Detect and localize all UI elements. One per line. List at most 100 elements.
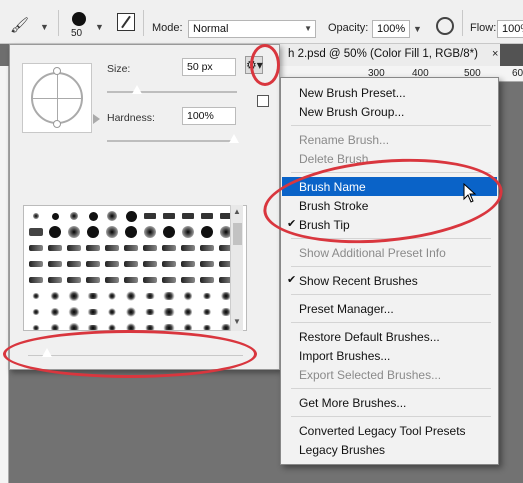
brush-preset[interactable] <box>27 289 45 303</box>
brush-preset[interactable] <box>27 305 45 319</box>
brush-preset[interactable] <box>103 257 121 271</box>
brush-preset[interactable] <box>160 225 178 239</box>
brush-preset[interactable] <box>103 289 121 303</box>
brush-preset[interactable] <box>103 209 121 223</box>
brush-preset[interactable] <box>122 273 140 287</box>
brush-preset[interactable] <box>160 241 178 255</box>
menu-item-restore-default-brushes[interactable]: Restore Default Brushes... <box>282 327 497 346</box>
menu-item-preset-manager[interactable]: Preset Manager... <box>282 299 497 318</box>
brush-preset[interactable] <box>198 241 216 255</box>
brush-preset[interactable] <box>141 225 159 239</box>
menu-item-new-brush-preset[interactable]: New Brush Preset... <box>282 83 497 102</box>
brush-preset[interactable] <box>84 321 102 330</box>
hardness-slider-thumb[interactable] <box>228 134 240 144</box>
brush-preset[interactable] <box>179 289 197 303</box>
brush-preset[interactable] <box>27 209 45 223</box>
brush-preset[interactable] <box>141 273 159 287</box>
brush-preset[interactable] <box>122 257 140 271</box>
flow-field[interactable]: 100% <box>497 20 523 38</box>
brush-preset[interactable] <box>84 225 102 239</box>
brush-preset[interactable] <box>160 209 178 223</box>
brush-preset[interactable] <box>179 209 197 223</box>
brush-preset[interactable] <box>198 289 216 303</box>
size-field[interactable]: 50 px <box>182 58 236 76</box>
presets-scrollbar[interactable]: ▲ ▼ <box>230 205 243 331</box>
brush-preset[interactable] <box>198 321 216 330</box>
brush-preset[interactable] <box>141 257 159 271</box>
brush-preset[interactable] <box>46 305 64 319</box>
brush-preset[interactable] <box>27 257 45 271</box>
brush-preset[interactable] <box>46 321 64 330</box>
scrollbar-thumb[interactable] <box>233 223 242 245</box>
brush-preset[interactable] <box>179 241 197 255</box>
brush-preset[interactable] <box>179 305 197 319</box>
brush-preset[interactable] <box>122 225 140 239</box>
brush-preset[interactable] <box>122 241 140 255</box>
brush-preset[interactable] <box>122 209 140 223</box>
brush-preset[interactable] <box>65 225 83 239</box>
brush-preset[interactable] <box>103 225 121 239</box>
brush-preset[interactable] <box>84 209 102 223</box>
brush-preset[interactable] <box>141 209 159 223</box>
hardness-field[interactable]: 100% <box>182 107 236 125</box>
size-slider-track[interactable] <box>107 91 237 93</box>
brush-preset[interactable] <box>122 305 140 319</box>
menu-item-legacy-brushes[interactable]: Legacy Brushes <box>282 440 497 459</box>
roundness-handle[interactable] <box>53 67 61 75</box>
brush-preset[interactable] <box>46 225 64 239</box>
opacity-dropdown-icon[interactable]: ▼ <box>413 24 422 34</box>
pressure-opacity-icon[interactable] <box>436 17 454 35</box>
new-preset-icon[interactable] <box>257 95 269 107</box>
brush-preset[interactable] <box>160 305 178 319</box>
menu-item-new-brush-group[interactable]: New Brush Group... <box>282 102 497 121</box>
brush-preset[interactable] <box>179 273 197 287</box>
scroll-down-icon[interactable]: ▼ <box>233 317 241 326</box>
brush-preset[interactable] <box>103 305 121 319</box>
brush-preset[interactable] <box>65 321 83 330</box>
brush-preset[interactable] <box>84 289 102 303</box>
brush-preset[interactable] <box>65 305 83 319</box>
menu-item-get-more-brushes[interactable]: Get More Brushes... <box>282 393 497 412</box>
brush-preset[interactable] <box>198 257 216 271</box>
brush-preset[interactable] <box>46 257 64 271</box>
chevron-down-icon[interactable]: ▼ <box>40 22 49 32</box>
brush-preset[interactable] <box>103 273 121 287</box>
brush-preset[interactable] <box>46 273 64 287</box>
brush-preset[interactable] <box>27 273 45 287</box>
brush-preset[interactable] <box>84 305 102 319</box>
brush-preset[interactable] <box>179 257 197 271</box>
brush-preset[interactable] <box>141 241 159 255</box>
brush-preset[interactable] <box>65 257 83 271</box>
brush-preset[interactable] <box>141 305 159 319</box>
roundness-handle[interactable] <box>53 120 61 128</box>
brush-preset[interactable] <box>122 289 140 303</box>
brush-preset[interactable] <box>27 321 45 330</box>
brush-preset[interactable] <box>27 225 45 239</box>
brush-tip-preview[interactable] <box>22 63 100 133</box>
brush-preset[interactable] <box>160 257 178 271</box>
brush-preset[interactable] <box>46 209 64 223</box>
size-slider-thumb[interactable] <box>131 85 143 95</box>
scroll-up-icon[interactable]: ▲ <box>233 207 241 216</box>
brush-preset[interactable] <box>103 241 121 255</box>
mode-select[interactable]: Normal ▼ <box>188 20 316 38</box>
brush-preset[interactable] <box>84 257 102 271</box>
brush-settings-toggle-icon[interactable] <box>117 13 135 31</box>
brush-preset[interactable] <box>84 273 102 287</box>
document-tab[interactable]: h 2.psd @ 50% (Color Fill 1, RGB/8*) <box>280 44 500 66</box>
brush-preset[interactable] <box>84 241 102 255</box>
menu-item-converted-legacy-tool-presets[interactable]: Converted Legacy Tool Presets <box>282 421 497 440</box>
menu-item-import-brushes[interactable]: Import Brushes... <box>282 346 497 365</box>
brush-preset[interactable] <box>65 273 83 287</box>
brush-preset[interactable] <box>65 241 83 255</box>
close-icon[interactable]: × <box>492 48 498 60</box>
hardness-slider-track[interactable] <box>107 140 237 142</box>
brush-preset[interactable] <box>198 273 216 287</box>
brush-preview-icon[interactable] <box>72 12 86 26</box>
brush-preset[interactable] <box>46 289 64 303</box>
brush-preset[interactable] <box>46 241 64 255</box>
brush-tool-icon[interactable]: 🖌 <box>10 16 29 34</box>
opacity-field[interactable]: 100% <box>372 20 410 38</box>
brush-preset[interactable] <box>198 225 216 239</box>
menu-item-show-recent-brushes[interactable]: ✔ Show Recent Brushes <box>282 271 497 290</box>
